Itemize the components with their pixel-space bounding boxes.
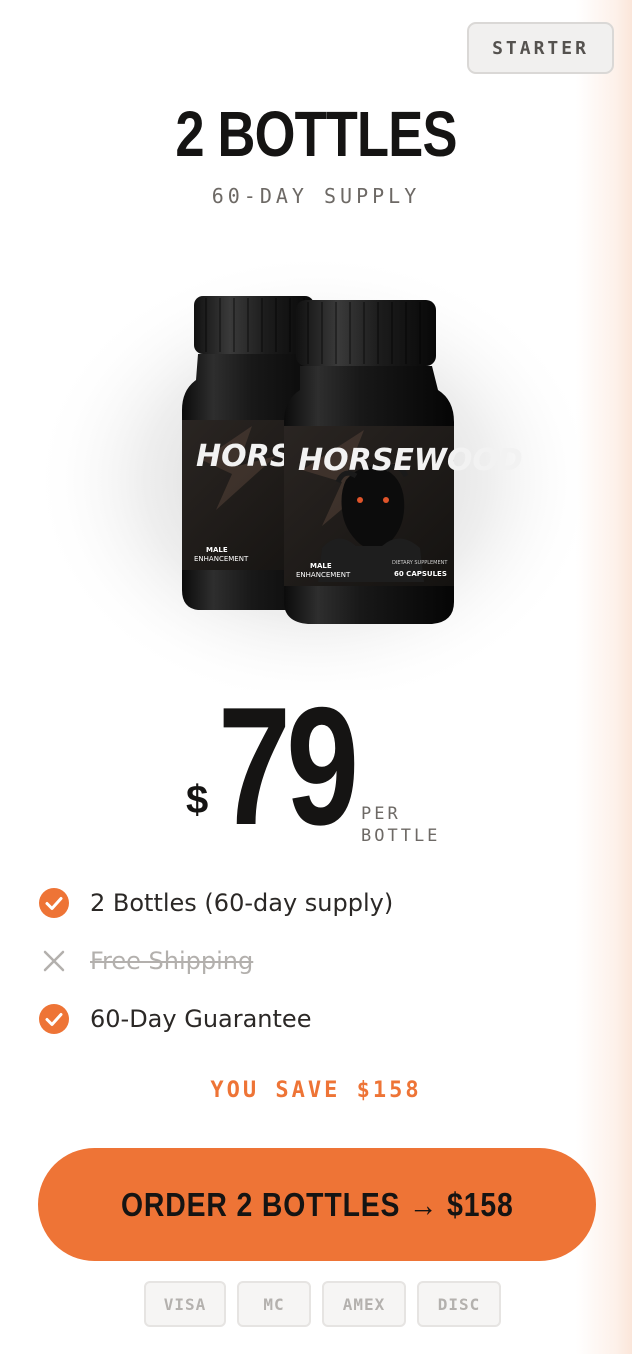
feature-item: 2 Bottles (60-day supply) <box>38 874 393 932</box>
feature-item: 60-Day Guarantee <box>38 990 393 1048</box>
price-currency: $ <box>186 778 209 822</box>
feature-label: Free Shipping <box>90 947 254 975</box>
feature-label: 60-Day Guarantee <box>90 1005 312 1033</box>
bottle-front-capsules: 60 CAPSULES <box>394 570 447 578</box>
price-unit-line1: PER <box>361 804 401 824</box>
package-title: 2 BOTTLES <box>175 98 457 170</box>
price-block: $ 79 PER BOTTLE <box>0 682 632 850</box>
tier-badge: STARTER <box>467 22 614 74</box>
payment-discover-badge: DISC <box>417 1281 501 1327</box>
check-circle-icon <box>39 888 69 918</box>
product-image: HORSEWOOD MALE ENHANCEMENT HORSEWOOD MAL… <box>31 250 601 690</box>
tier-badge-label: STARTER <box>492 37 589 59</box>
bottle-back-label1: MALE <box>206 546 228 554</box>
bottle-front-label1: MALE <box>310 562 332 570</box>
price-unit-line2: BOTTLE <box>361 826 441 846</box>
savings-label: YOU SAVE $158 <box>210 1078 422 1103</box>
price-unit: PER BOTTLE <box>361 803 440 847</box>
check-circle-icon <box>39 1004 69 1034</box>
bottle-back-label2: ENHANCEMENT <box>194 555 249 563</box>
order-button[interactable]: ORDER 2 BOTTLES → $158 <box>38 1148 596 1261</box>
bottle-front-brand: HORSEWOOD <box>298 443 523 478</box>
x-mark-icon <box>43 950 65 972</box>
feature-item: Free Shipping <box>38 932 393 990</box>
payment-amex-badge: AMEX <box>322 1281 406 1327</box>
feature-list: 2 Bottles (60-day supply) Free Shipping … <box>38 874 393 1048</box>
payment-visa-badge: VISA <box>144 1281 226 1327</box>
feature-label: 2 Bottles (60-day supply) <box>90 889 394 917</box>
package-subtitle: 60-DAY SUPPLY <box>211 184 421 208</box>
bottle-front-label2: ENHANCEMENT <box>296 571 351 579</box>
order-button-label: ORDER 2 BOTTLES → $158 <box>120 1185 514 1223</box>
payment-mastercard-badge: MC <box>237 1281 311 1327</box>
bottle-front-supplement: DIETARY SUPPLEMENT <box>392 560 448 566</box>
payment-methods: VISA MC AMEX DISC <box>144 1281 501 1327</box>
price-amount: 79 <box>218 672 359 860</box>
